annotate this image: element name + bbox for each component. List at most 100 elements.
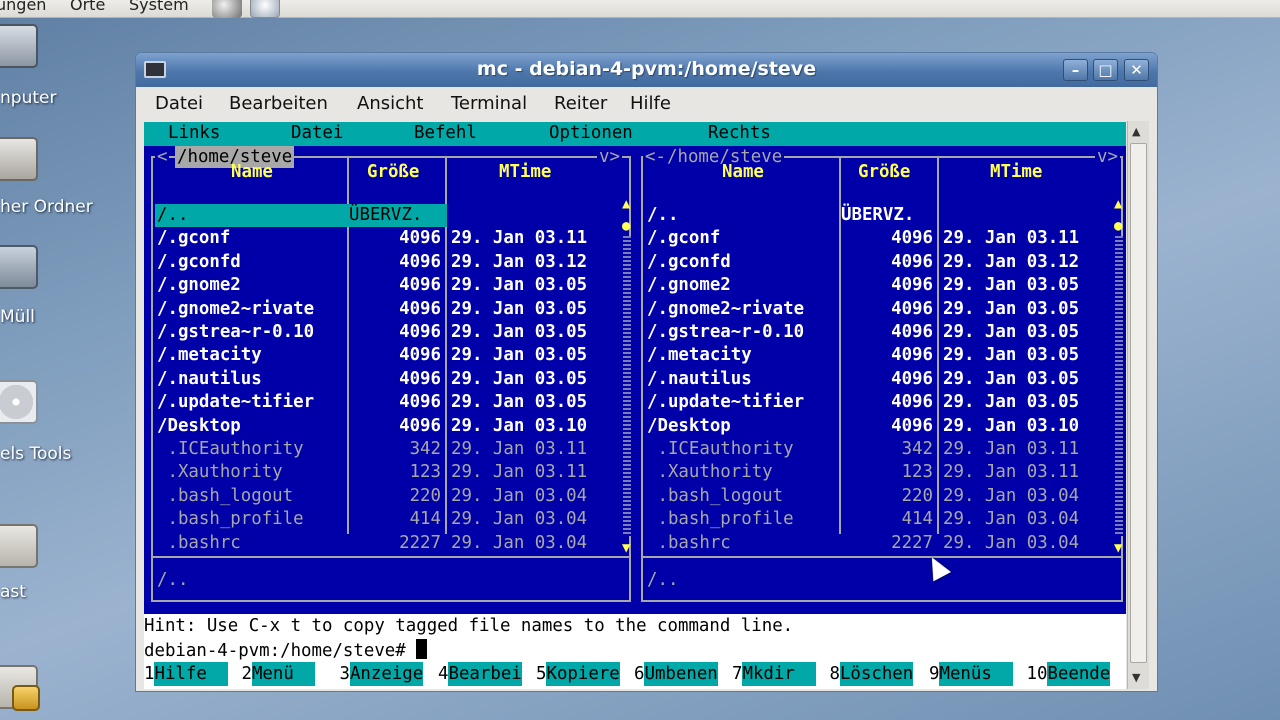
desktop-icon-home[interactable]: her Ordner bbox=[0, 135, 120, 225]
menu-datei[interactable]: Datei bbox=[155, 93, 203, 114]
menu-bearbeiten[interactable]: Bearbeiten bbox=[229, 93, 328, 114]
file-row[interactable]: /.gnome2~rivate 4096 29. Jan 03.05 bbox=[155, 298, 615, 321]
file-row[interactable]: /.gconfd 4096 29. Jan 03.12 bbox=[645, 251, 1105, 274]
file-row[interactable]: /.gnome2 4096 29. Jan 03.05 bbox=[155, 274, 615, 297]
file-size: 4096 bbox=[399, 392, 441, 413]
left-panel[interactable]: < /home/steve v> Name Größe MTime /.. ÜBE… bbox=[151, 146, 631, 602]
scroll-up-arrow-icon[interactable]: ▲ bbox=[1132, 125, 1140, 138]
file-row[interactable]: .bash_profile 414 29. Jan 03.04 bbox=[645, 508, 1105, 531]
fkey-10-quit[interactable]: 10Beende bbox=[1016, 662, 1111, 686]
fkey-8-delete[interactable]: 8Löschen bbox=[819, 662, 914, 686]
file-row[interactable]: .bashrc 2227 29. Jan 03.04 bbox=[155, 532, 615, 555]
desktop-icon-folder[interactable]: ast bbox=[0, 520, 120, 610]
right-col-mtime[interactable]: MTime bbox=[990, 162, 1042, 182]
file-row[interactable]: .bash_logout 220 29. Jan 03.04 bbox=[155, 485, 615, 508]
panel-menu-places[interactable]: Orte bbox=[70, 0, 105, 14]
file-name: /.. bbox=[647, 205, 679, 225]
fkey-9-menus[interactable]: 9Menüs bbox=[929, 662, 1013, 686]
fkey-1-help[interactable]: 1Hilfe bbox=[144, 662, 228, 686]
left-col-size[interactable]: Größe bbox=[367, 162, 419, 182]
left-panel-right-marker[interactable]: v> bbox=[597, 146, 622, 168]
mc-menu-links[interactable]: Links bbox=[168, 123, 220, 143]
file-row[interactable]: /.update~tifier 4096 29. Jan 03.05 bbox=[155, 391, 615, 414]
file-row[interactable]: .bash_logout 220 29. Jan 03.04 bbox=[645, 485, 1105, 508]
left-panel-left-marker[interactable]: < bbox=[155, 146, 170, 168]
right-panel-right-marker[interactable]: v> bbox=[1095, 146, 1120, 168]
desktop-icon-computer[interactable]: nputer bbox=[0, 22, 120, 112]
minimize-button[interactable]: – bbox=[1063, 59, 1088, 81]
menu-hilfe[interactable]: Hilfe bbox=[630, 93, 671, 114]
file-name: .bash_logout bbox=[157, 485, 294, 506]
fkey-6-rename[interactable]: 6Umbenen bbox=[634, 662, 718, 686]
file-name: /.gnome2~rivate bbox=[647, 298, 805, 319]
mc-menu-rechts[interactable]: Rechts bbox=[708, 123, 771, 143]
file-row[interactable]: .ICEauthority 342 29. Jan 03.11 bbox=[155, 438, 615, 461]
desktop-icon-cd[interactable]: els Tools bbox=[0, 380, 120, 470]
desktop-icon-trash[interactable]: Müll bbox=[0, 245, 120, 335]
right-panel[interactable]: <- /home/steve v> Name Größe MTime /.. ÜB… bbox=[641, 146, 1123, 602]
file-row[interactable]: /.gstrea~r-0.10 4096 29. Jan 03.05 bbox=[645, 321, 1105, 344]
panel-menu-system[interactable]: System bbox=[129, 0, 189, 14]
mc-menu-optionen[interactable]: Optionen bbox=[549, 123, 633, 143]
file-row[interactable]: /.update~tifier 4096 29. Jan 03.05 bbox=[645, 391, 1105, 414]
file-row[interactable]: /.metacity 4096 29. Jan 03.05 bbox=[645, 344, 1105, 367]
file-row[interactable]: .ICEauthority 342 29. Jan 03.11 bbox=[645, 438, 1105, 461]
file-row[interactable]: /Desktop 4096 29. Jan 03.10 bbox=[645, 415, 1105, 438]
right-scrollbar[interactable] bbox=[1115, 236, 1123, 536]
scroll-up-icon[interactable]: ▲ bbox=[622, 196, 630, 212]
desktop-icon-lock-folder[interactable] bbox=[0, 665, 120, 720]
left-scrollbar[interactable] bbox=[623, 236, 631, 536]
file-row[interactable]: /.gconfd 4096 29. Jan 03.12 bbox=[155, 251, 615, 274]
file-row[interactable]: /Desktop 4096 29. Jan 03.10 bbox=[155, 415, 615, 438]
file-row[interactable]: /.gconf 4096 29. Jan 03.11 bbox=[645, 227, 1105, 250]
file-row[interactable]: /.metacity 4096 29. Jan 03.05 bbox=[155, 344, 615, 367]
scroll-up-icon[interactable]: ▲ bbox=[1114, 196, 1122, 212]
file-row[interactable]: /.nautilus 4096 29. Jan 03.05 bbox=[645, 368, 1105, 391]
file-row[interactable]: /.gconf 4096 29. Jan 03.11 bbox=[155, 227, 615, 250]
home-folder-icon bbox=[0, 137, 38, 181]
terminal-area[interactable]: Links Datei Befehl Optionen Rechts < /ho… bbox=[144, 122, 1126, 689]
window-titlebar[interactable]: mc - debian-4-pvm:/home/steve – □ ✕ bbox=[136, 53, 1157, 87]
file-row[interactable]: /.gnome2 4096 29. Jan 03.05 bbox=[645, 274, 1105, 297]
scrollbar-thumb[interactable] bbox=[1130, 143, 1147, 663]
file-row[interactable]: /.nautilus 4096 29. Jan 03.05 bbox=[155, 368, 615, 391]
left-col-name[interactable]: Name bbox=[231, 162, 273, 182]
file-row[interactable]: .bash_profile 414 29. Jan 03.04 bbox=[155, 508, 615, 531]
right-col-size[interactable]: Größe bbox=[858, 162, 910, 182]
fkey-2-menu[interactable]: 2Menü bbox=[231, 662, 315, 686]
fkey-7-mkdir[interactable]: 7Mkdir bbox=[732, 662, 816, 686]
right-col-name[interactable]: Name bbox=[722, 162, 764, 182]
file-name: /Desktop bbox=[157, 415, 241, 436]
fkey-5-copy[interactable]: 5Kopiere bbox=[536, 662, 620, 686]
menu-ansicht[interactable]: Ansicht bbox=[357, 93, 423, 114]
file-row-selected[interactable]: /.. ÜBERVZ. bbox=[155, 204, 447, 227]
fkey-3-view[interactable]: 3Anzeige bbox=[329, 662, 424, 686]
fkey-4-edit[interactable]: 4Bearbei bbox=[438, 662, 522, 686]
mail-launcher-icon[interactable] bbox=[250, 0, 280, 18]
file-row[interactable]: .Xauthority 123 29. Jan 03.11 bbox=[155, 461, 615, 484]
mc-menu-datei[interactable]: Datei bbox=[291, 123, 343, 143]
mc-menu-befehl[interactable]: Befehl bbox=[414, 123, 477, 143]
file-row[interactable]: .bashrc 2227 29. Jan 03.04 bbox=[645, 532, 1105, 555]
panel-menu-applications[interactable]: ungen bbox=[0, 0, 46, 14]
browser-launcher-icon[interactable] bbox=[212, 0, 242, 18]
terminal-scrollbar[interactable]: ▲ ▼ bbox=[1127, 121, 1149, 689]
file-row[interactable]: /.gstrea~r-0.10 4096 29. Jan 03.05 bbox=[155, 321, 615, 344]
menu-terminal[interactable]: Terminal bbox=[451, 93, 527, 114]
scroll-down-arrow-icon[interactable]: ▼ bbox=[1132, 671, 1140, 684]
menu-reiter[interactable]: Reiter bbox=[554, 93, 607, 114]
maximize-button[interactable]: □ bbox=[1093, 59, 1118, 81]
file-name: .Xauthority bbox=[647, 462, 773, 483]
mc-menubar: Links Datei Befehl Optionen Rechts bbox=[144, 122, 1126, 146]
command-line[interactable]: debian-4-pvm:/home/steve# bbox=[144, 639, 428, 661]
file-row[interactable]: /.. ÜBERVZ. bbox=[645, 204, 1105, 227]
file-size: 4096 bbox=[399, 275, 441, 296]
left-col-mtime[interactable]: MTime bbox=[499, 162, 551, 182]
scroll-down-icon[interactable]: ▼ bbox=[1114, 540, 1122, 556]
scroll-down-icon[interactable]: ▼ bbox=[622, 540, 630, 556]
cd-icon bbox=[0, 380, 38, 424]
file-row[interactable]: .Xauthority 123 29. Jan 03.11 bbox=[645, 461, 1105, 484]
close-button[interactable]: ✕ bbox=[1124, 59, 1149, 81]
lock-icon bbox=[12, 685, 40, 711]
file-row[interactable]: /.gnome2~rivate 4096 29. Jan 03.05 bbox=[645, 298, 1105, 321]
